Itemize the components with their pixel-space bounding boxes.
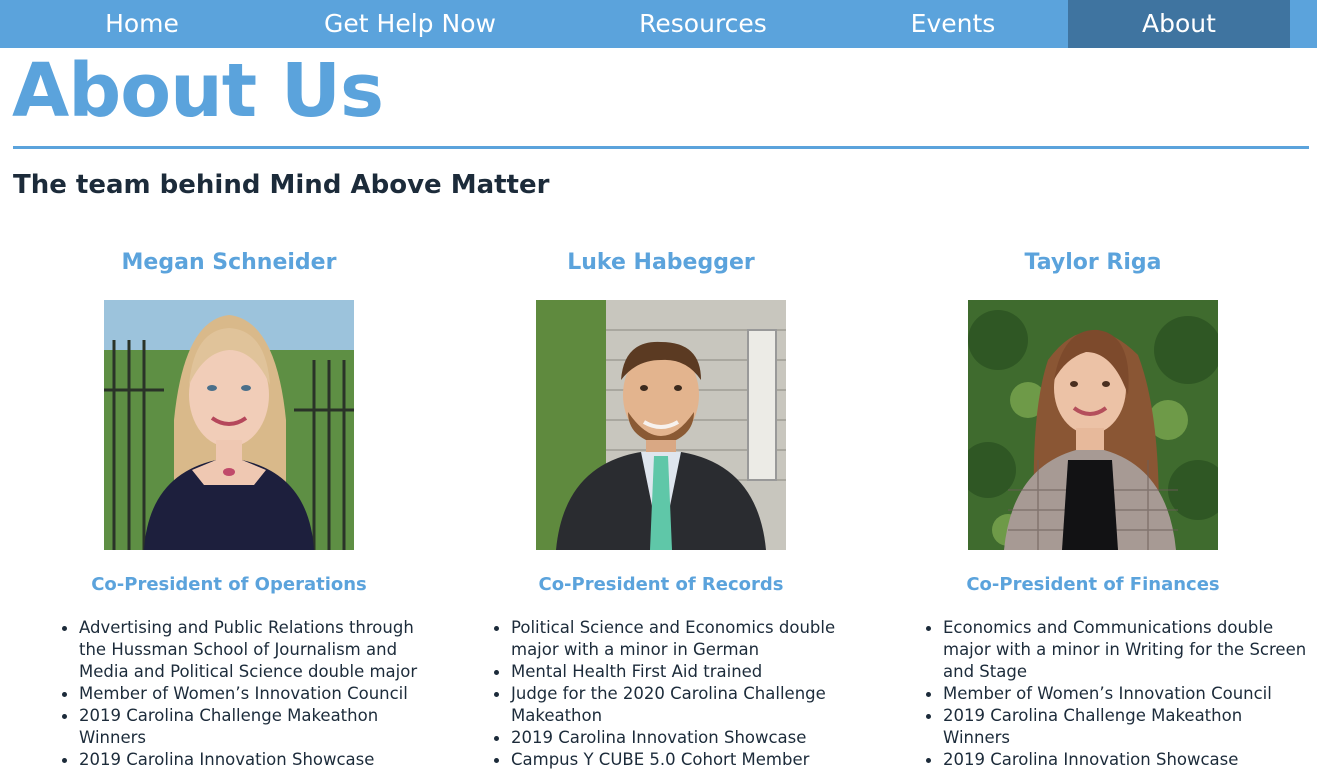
list-item: Campus Y CUBE 5.0 Cohort Member	[494, 749, 877, 771]
list-item: 2019 Carolina Innovation Showcase	[926, 749, 1309, 771]
nav-resources-link[interactable]: Resources	[536, 0, 870, 48]
page-subtitle: The team behind Mind Above Matter	[13, 170, 550, 200]
nav-about-link[interactable]: About	[1068, 0, 1290, 48]
member-photo-luke	[536, 300, 786, 550]
nav-home-link[interactable]: Home	[0, 0, 284, 48]
member-role: Co-President of Finances	[966, 574, 1220, 595]
list-item: Judge for the 2020 Carolina Challenge Ma…	[494, 683, 877, 727]
list-item: Political Science and Economics double m…	[494, 617, 877, 661]
list-item: 2019 Carolina Challenge Makeathon Winner…	[62, 705, 445, 749]
list-item: 2019 Carolina Innovation Showcase	[494, 727, 877, 749]
member-bullet-list: Advertising and Public Relations through…	[62, 617, 445, 771]
page-title: About Us	[12, 48, 384, 134]
nav-get-help-now-link[interactable]: Get Help Now	[284, 0, 536, 48]
nav-events-link[interactable]: Events	[870, 0, 1036, 48]
member-name: Megan Schneider	[121, 250, 337, 275]
member-name: Taylor Riga	[1024, 250, 1162, 275]
list-item: Member of Women’s Innovation Council	[926, 683, 1309, 705]
title-divider	[13, 146, 1309, 149]
list-item: Advertising and Public Relations through…	[62, 617, 445, 683]
list-item: 2019 Carolina Innovation Showcase	[62, 749, 445, 771]
member-role: Co-President of Operations	[91, 574, 367, 595]
member-name: Luke Habegger	[567, 250, 755, 275]
main-navbar: Home Get Help Now Resources Events About	[0, 0, 1317, 48]
member-bullet-list: Political Science and Economics double m…	[494, 617, 877, 771]
member-role: Co-President of Records	[538, 574, 784, 595]
list-item: Economics and Communications double majo…	[926, 617, 1309, 683]
list-item: Mental Health First Aid trained	[494, 661, 877, 683]
member-photo-megan	[104, 300, 354, 550]
list-item: 2019 Carolina Challenge Makeathon Winner…	[926, 705, 1309, 749]
list-item: Member of Women’s Innovation Council	[62, 683, 445, 705]
member-photo-taylor	[968, 300, 1218, 550]
member-bullet-list: Economics and Communications double majo…	[926, 617, 1309, 771]
